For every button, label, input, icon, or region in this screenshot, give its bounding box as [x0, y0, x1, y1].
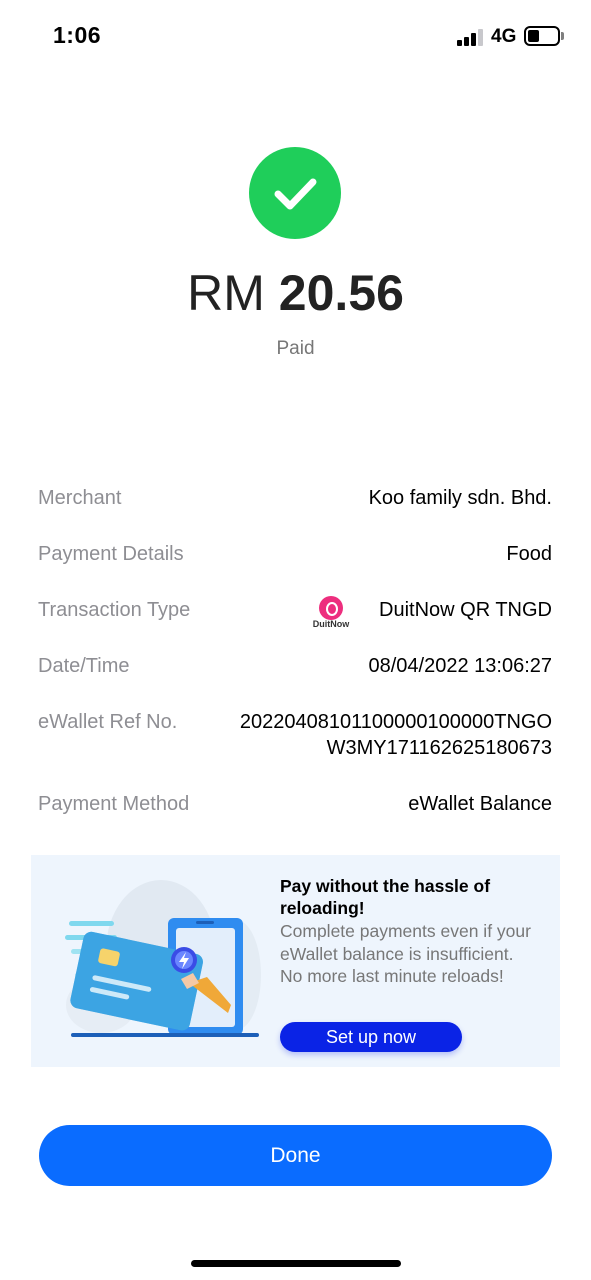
payment-method-value: eWallet Balance: [408, 793, 552, 815]
status-bar: 1:06 4G: [0, 0, 591, 76]
done-button[interactable]: Done: [39, 1125, 552, 1186]
datetime-label: Date/Time: [38, 655, 130, 677]
currency-label: RM: [187, 265, 265, 321]
duitnow-logo-icon: DuitNow: [312, 596, 350, 630]
datetime-value: 08/04/2022 13:06:27: [368, 655, 552, 677]
status-time: 1:06: [53, 22, 102, 48]
payment-status: Paid: [276, 338, 315, 359]
transaction-type-label: Transaction Type: [38, 599, 191, 621]
amount-value: 20.56: [278, 265, 404, 321]
payment-details-value: Food: [506, 543, 552, 565]
payment-amount: RM 20.56: [0, 264, 591, 322]
promo-banner[interactable]: Pay without the hassle of reloading! Com…: [31, 855, 560, 1067]
ewallet-ref-value-line1: 20220408101100000100000TNGO: [239, 711, 552, 733]
promo-description: Complete payments even if your eWallet b…: [280, 921, 531, 986]
merchant-label: Merchant: [38, 487, 122, 509]
success-check-icon: [249, 147, 341, 239]
merchant-value: Koo family sdn. Bhd.: [368, 487, 552, 509]
promo-title: Pay without the hassle of reloading!: [280, 876, 491, 918]
battery-icon: [524, 26, 560, 46]
ewallet-ref-value-line2: W3MY171162625180673: [326, 737, 552, 759]
payment-details-label: Payment Details: [38, 543, 184, 565]
payment-method-label: Payment Method: [38, 793, 190, 815]
battery-level: [528, 30, 539, 42]
duitnow-logo-text: DuitNow: [312, 619, 350, 629]
set-up-now-button[interactable]: Set up now: [280, 1022, 462, 1052]
home-indicator[interactable]: [191, 1260, 401, 1267]
card-phone-illustration-icon: [65, 880, 261, 1037]
network-type: 4G: [491, 26, 517, 47]
cellular-signal-icon: [457, 28, 485, 46]
ewallet-ref-label: eWallet Ref No.: [38, 711, 178, 733]
transaction-type-value: DuitNow QR TNGD: [379, 599, 552, 621]
battery-cap: [561, 32, 564, 40]
duitnow-logo-mark: [319, 596, 343, 620]
